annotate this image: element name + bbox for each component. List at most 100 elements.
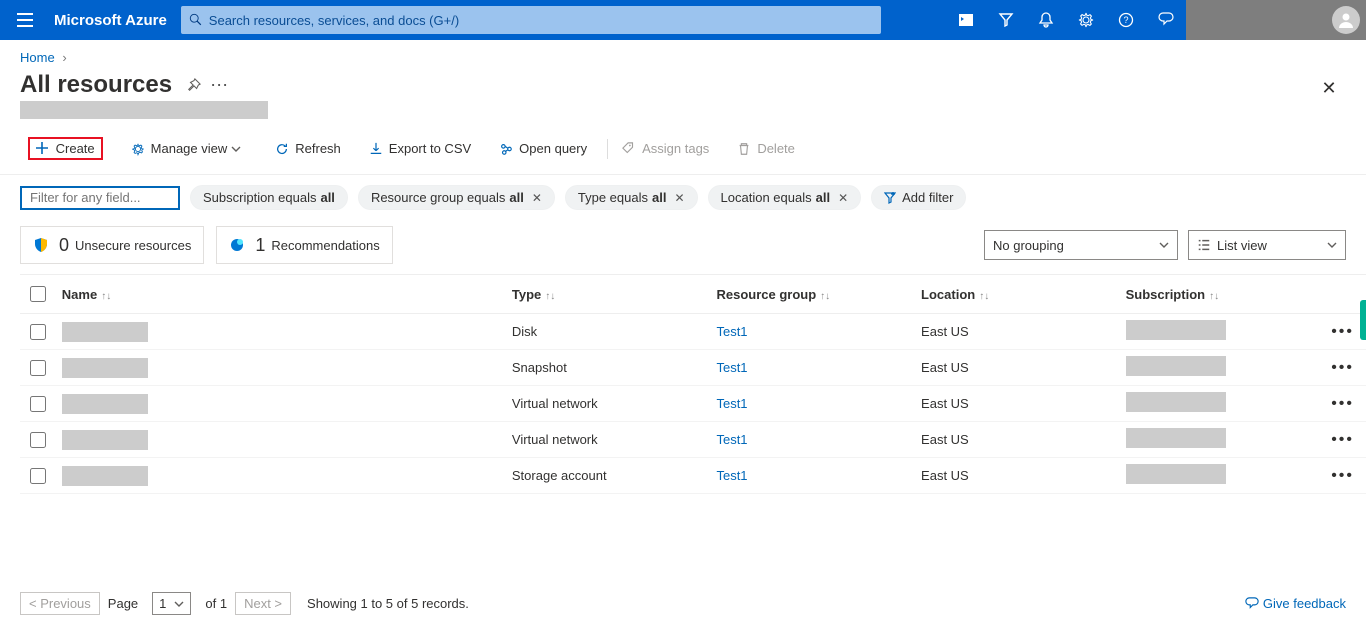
cloud-shell-icon[interactable] [946,0,986,40]
pin-icon[interactable] [184,75,204,95]
export-csv-button[interactable]: Export to CSV [361,137,479,160]
list-view-icon [1197,238,1211,252]
export-csv-label: Export to CSV [389,141,471,156]
unsecure-count: 0 [59,235,69,256]
prev-page-button: < Previous [20,592,100,615]
close-icon[interactable]: ✕ [1312,71,1346,105]
page-select[interactable]: 1 [152,592,191,615]
toolbar-separator [607,139,608,159]
cell-location: East US [915,314,1120,350]
cell-location: East US [915,386,1120,422]
cell-type: Snapshot [506,350,711,386]
cell-resource-group[interactable]: Test1 [716,432,747,447]
create-label: Create [56,141,95,156]
resource-name-redacted [62,394,148,414]
add-filter-button[interactable]: Add filter [871,185,966,210]
shield-icon [33,237,49,253]
search-input[interactable] [203,12,873,29]
grouping-dropdown[interactable]: No grouping [984,230,1178,260]
search-icon [189,13,203,27]
open-query-button[interactable]: Open query [491,137,595,160]
cell-resource-group[interactable]: Test1 [716,360,747,375]
filter-pill-resource-group[interactable]: Resource group equalsall ✕ [358,185,555,210]
breadcrumb-home[interactable]: Home [20,50,55,65]
cell-type: Virtual network [506,386,711,422]
cell-type: Storage account [506,458,711,494]
advisor-icon [229,237,245,253]
assign-tags-label: Assign tags [642,141,709,156]
unsecure-resources-card[interactable]: 0 Unsecure resources [20,226,204,264]
row-checkbox[interactable] [30,396,46,412]
row-checkbox[interactable] [30,432,46,448]
cell-type: Virtual network [506,422,711,458]
rec-label: Recommendations [271,238,379,253]
open-query-label: Open query [519,141,587,156]
table-row[interactable]: Storage accountTest1East US••• [20,458,1366,494]
next-page-button: Next > [235,592,291,615]
col-loc[interactable]: Location↑↓ [915,275,1120,314]
feedback-side-tab[interactable] [1360,300,1366,340]
subtitle-redacted [20,101,268,119]
filter-field-input[interactable] [20,186,180,210]
directory-filter-icon[interactable] [986,0,1026,40]
filter-bar: Subscription equalsall Resource group eq… [0,175,1366,220]
row-context-menu-icon[interactable]: ••• [1331,359,1360,376]
settings-gear-icon[interactable] [1066,0,1106,40]
table-row[interactable]: DiskTest1East US••• [20,314,1366,350]
select-all-checkbox[interactable] [30,286,46,302]
cell-subscription-redacted [1126,320,1226,340]
remove-filter-icon[interactable]: ✕ [532,191,542,205]
notifications-icon[interactable] [1026,0,1066,40]
row-checkbox[interactable] [30,324,46,340]
table-row[interactable]: Virtual network Test1 East US ••• [20,422,1366,458]
resource-name-redacted [62,466,148,486]
filter-pill-type[interactable]: Type equalsall ✕ [565,185,698,210]
resource-name-redacted [62,430,148,450]
row-context-menu-icon[interactable]: ••• [1331,395,1360,412]
azure-top-bar: Microsoft Azure ? [0,0,1366,40]
svg-text:?: ? [1123,15,1128,25]
filter-pill-location[interactable]: Location equalsall ✕ [708,185,862,210]
table-row[interactable]: Virtual network Test1 East US ••• [20,386,1366,422]
brand-text[interactable]: Microsoft Azure [50,12,181,29]
chevron-down-icon [1327,240,1337,250]
feedback-icon[interactable] [1146,0,1186,40]
account-block[interactable] [1186,0,1366,40]
chevron-down-icon [1159,240,1169,250]
row-checkbox[interactable] [30,468,46,484]
page-label: Page [108,596,138,611]
refresh-button[interactable]: Refresh [267,137,349,160]
table-row[interactable]: SnapshotTest1East US••• [20,350,1366,386]
hamburger-icon[interactable] [0,0,50,40]
filter-pill-subscription[interactable]: Subscription equalsall [190,185,348,210]
remove-filter-icon[interactable]: ✕ [838,191,848,205]
cell-resource-group[interactable]: Test1 [716,396,747,411]
col-sub[interactable]: Subscription↑↓ [1120,275,1325,314]
recommendations-card[interactable]: 1 Recommendations [216,226,392,264]
col-rg[interactable]: Resource group↑↓ [710,275,915,314]
listview-dropdown[interactable]: List view [1188,230,1346,260]
cell-location: East US [915,422,1120,458]
row-checkbox[interactable] [30,360,46,376]
cell-resource-group[interactable]: Test1 [716,468,747,483]
give-feedback-link[interactable]: Give feedback [1245,596,1346,611]
remove-filter-icon[interactable]: ✕ [674,191,684,205]
assign-tags-button: Assign tags [614,137,717,160]
row-context-menu-icon[interactable]: ••• [1331,323,1360,340]
pager-bar: < Previous Page 1 of 1 Next > Showing 1 … [20,592,1346,615]
create-button[interactable]: Create [20,133,111,164]
help-icon[interactable]: ? [1106,0,1146,40]
title-more-icon[interactable]: ⋯ [210,75,228,96]
unsecure-label: Unsecure resources [75,238,191,253]
col-type[interactable]: Type↑↓ [506,275,711,314]
avatar-icon [1332,6,1360,34]
command-bar: Create Manage view Refresh Export to CSV… [0,127,1366,175]
cell-resource-group[interactable]: Test1 [716,324,747,339]
col-name[interactable]: Name↑↓ [56,275,506,314]
manage-view-button[interactable]: Manage view [123,137,256,160]
row-context-menu-icon[interactable]: ••• [1331,431,1360,448]
resource-name-redacted [62,322,148,342]
global-search[interactable] [181,6,881,34]
row-context-menu-icon[interactable]: ••• [1331,467,1360,484]
breadcrumb: Home › [0,40,1366,71]
